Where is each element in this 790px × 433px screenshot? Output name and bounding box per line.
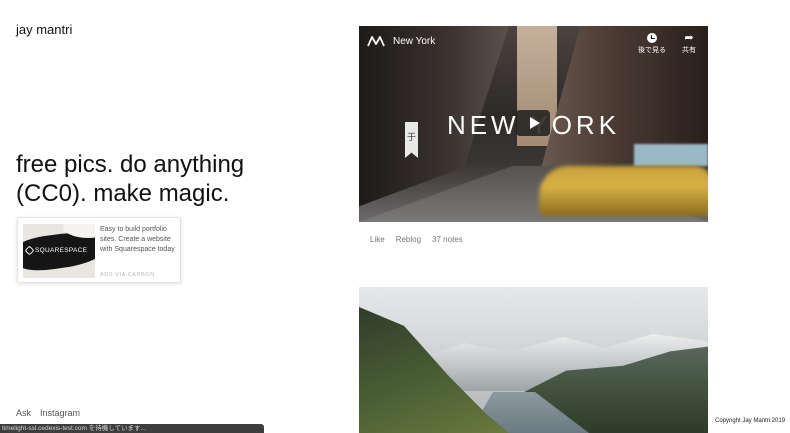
post-meta: Like Reblog 37 notes	[370, 235, 463, 244]
watch-later-button[interactable]: 後で見る	[638, 33, 666, 55]
share-button[interactable]: ➦ 共有	[682, 33, 696, 55]
video-channel-title[interactable]: New York	[393, 36, 435, 47]
reblog-link[interactable]: Reblog	[396, 235, 421, 244]
like-link[interactable]: Like	[370, 235, 385, 244]
instagram-link[interactable]: Instagram	[40, 408, 80, 418]
share-label: 共有	[682, 47, 696, 54]
ask-link[interactable]: Ask	[16, 408, 31, 418]
video-actions: 後で見る ➦ 共有	[638, 33, 696, 55]
browser-status-bar: timelight-ssl.cedexis-test.com を待機しています.…	[0, 424, 264, 433]
channel-logo-icon[interactable]	[367, 35, 385, 47]
tagline: free pics. do anything (CC0). make magic…	[16, 151, 245, 207]
site-title[interactable]: jay mantri	[16, 22, 72, 37]
clock-icon	[647, 33, 657, 43]
ad-text[interactable]: Easy to build portfolio sites. Create a …	[100, 225, 180, 255]
landscape-photo[interactable]	[359, 287, 708, 433]
share-arrow-icon: ➦	[684, 32, 694, 44]
copyright: Copyright Jay Mantri 2019	[715, 418, 786, 424]
notes-count[interactable]: 37 notes	[432, 235, 463, 244]
footer-links: Ask Instagram	[16, 408, 80, 418]
ad-brand-label: SQUARESPACE	[35, 247, 88, 254]
watch-later-label: 後で見る	[638, 47, 666, 54]
ad-brand: SQUARESPACE	[23, 245, 95, 256]
carbon-ad[interactable]: SQUARESPACE Easy to build portfolio site…	[17, 217, 181, 283]
video-player[interactable]: 于 New York 後で見る ➦ 共有 NEW YORK	[359, 26, 708, 222]
video-header: New York	[367, 35, 435, 47]
play-button[interactable]	[516, 110, 550, 136]
squarespace-logo-icon	[24, 245, 35, 256]
ad-via-label[interactable]: ADS VIA CARBON	[100, 272, 155, 278]
